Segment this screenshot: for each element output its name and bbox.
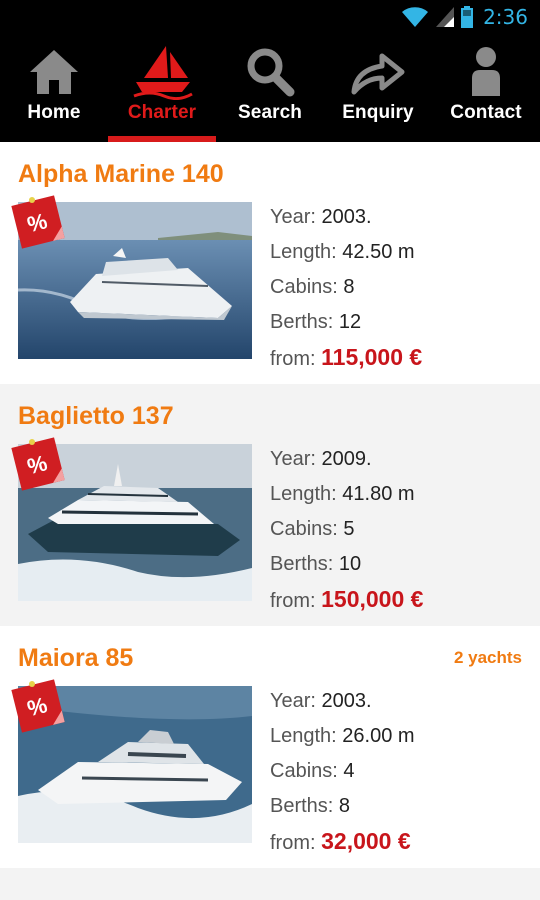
discount-badge-icon: % <box>11 437 65 491</box>
signal-icon <box>436 7 455 27</box>
yacht-list: Alpha Marine 140 % Year: 2003. Length: 4… <box>0 142 540 900</box>
spec-value: 5 <box>343 518 355 540</box>
spec-berths: Berths: 10 <box>270 547 423 582</box>
spec-value: 2003. <box>321 206 372 228</box>
spec-price: from: 32,000 € <box>270 824 415 859</box>
spec-year: Year: 2003. <box>270 684 415 719</box>
wifi-icon <box>402 7 429 27</box>
nav-contact-label: Contact <box>450 102 522 123</box>
yacht-count-badge[interactable]: 2 yachts <box>454 648 522 668</box>
yacht-card[interactable]: Alpha Marine 140 % Year: 2003. Length: 4… <box>0 142 540 384</box>
spec-label: from: <box>270 348 316 370</box>
spec-label: Cabins: <box>270 760 338 782</box>
yacht-specs: Year: 2003. Length: 42.50 m Cabins: 8 Be… <box>270 200 422 375</box>
nav-charter[interactable]: Charter <box>108 34 216 142</box>
spec-value: 42.50 m <box>342 241 415 263</box>
yacht-name: Baglietto 137 <box>18 402 174 430</box>
spec-berths: Berths: 8 <box>270 789 415 824</box>
yacht-specs: Year: 2009. Length: 41.80 m Cabins: 5 Be… <box>270 442 423 617</box>
spec-value: 8 <box>343 276 355 298</box>
spec-berths: Berths: 12 <box>270 305 422 340</box>
spec-value: 10 <box>338 553 362 575</box>
spec-label: from: <box>270 590 316 612</box>
yacht-name: Alpha Marine 140 <box>18 160 224 188</box>
spec-label: Berths: <box>270 311 334 333</box>
spec-value: 41.80 m <box>342 483 415 505</box>
yacht-name: Maiora 85 <box>18 644 134 672</box>
clock: 2:36 <box>483 5 528 29</box>
nav-charter-label: Charter <box>127 102 197 123</box>
yacht-card[interactable]: Baglietto 137 % Year: 2009. Length: 41.8… <box>0 384 540 626</box>
spec-label: Year: <box>270 690 316 712</box>
search-icon <box>247 48 295 97</box>
spec-label: Length: <box>270 725 337 747</box>
spec-label: Cabins: <box>270 276 338 298</box>
nav-search-label: Search <box>238 102 302 123</box>
spec-length: Length: 41.80 m <box>270 477 423 512</box>
spec-label: Year: <box>270 448 316 470</box>
discount-badge-icon: % <box>11 195 65 249</box>
nav-enquiry[interactable]: Enquiry <box>324 34 432 142</box>
spec-value: 12 <box>338 311 362 333</box>
person-icon <box>472 47 500 96</box>
spec-year: Year: 2009. <box>270 442 423 477</box>
spec-price: from: 150,000 € <box>270 582 423 617</box>
share-arrow-icon <box>351 53 405 95</box>
status-bar: 2:36 <box>0 0 540 34</box>
nav-home[interactable]: Home <box>0 34 108 142</box>
spec-value: 26.00 m <box>342 725 415 747</box>
nav-contact[interactable]: Contact <box>432 34 540 142</box>
price-value: 150,000 € <box>321 586 424 612</box>
spec-label: Length: <box>270 241 337 263</box>
home-icon <box>30 50 78 94</box>
spec-label: Cabins: <box>270 518 338 540</box>
spec-label: Berths: <box>270 795 334 817</box>
spec-value: 2009. <box>321 448 372 470</box>
spec-label: from: <box>270 832 316 854</box>
yacht-specs: Year: 2003. Length: 26.00 m Cabins: 4 Be… <box>270 684 415 859</box>
spec-length: Length: 42.50 m <box>270 235 422 270</box>
nav-home-label: Home <box>27 102 81 123</box>
spec-label: Length: <box>270 483 337 505</box>
battery-icon <box>461 6 474 28</box>
main-nav: Home Charter Search Enquiry Contact <box>0 34 540 142</box>
sailboat-icon <box>133 46 193 100</box>
spec-length: Length: 26.00 m <box>270 719 415 754</box>
nav-enquiry-label: Enquiry <box>342 102 414 123</box>
spec-value: 2003. <box>321 690 372 712</box>
nav-search[interactable]: Search <box>216 34 324 142</box>
price-value: 115,000 € <box>321 344 423 370</box>
yacht-card[interactable]: Maiora 85 2 yachts % Year: 2003. Length:… <box>0 626 540 868</box>
spec-label: Berths: <box>270 553 334 575</box>
spec-cabins: Cabins: 8 <box>270 270 422 305</box>
spec-price: from: 115,000 € <box>270 340 422 375</box>
yacht-card[interactable] <box>0 868 540 900</box>
spec-value: 8 <box>338 795 351 817</box>
spec-year: Year: 2003. <box>270 200 422 235</box>
spec-value: 4 <box>343 760 355 782</box>
spec-label: Year: <box>270 206 316 228</box>
spec-cabins: Cabins: 5 <box>270 512 423 547</box>
discount-badge-icon: % <box>11 679 65 733</box>
price-value: 32,000 € <box>321 828 411 854</box>
status-icons: 2:36 <box>401 4 528 30</box>
spec-cabins: Cabins: 4 <box>270 754 415 789</box>
